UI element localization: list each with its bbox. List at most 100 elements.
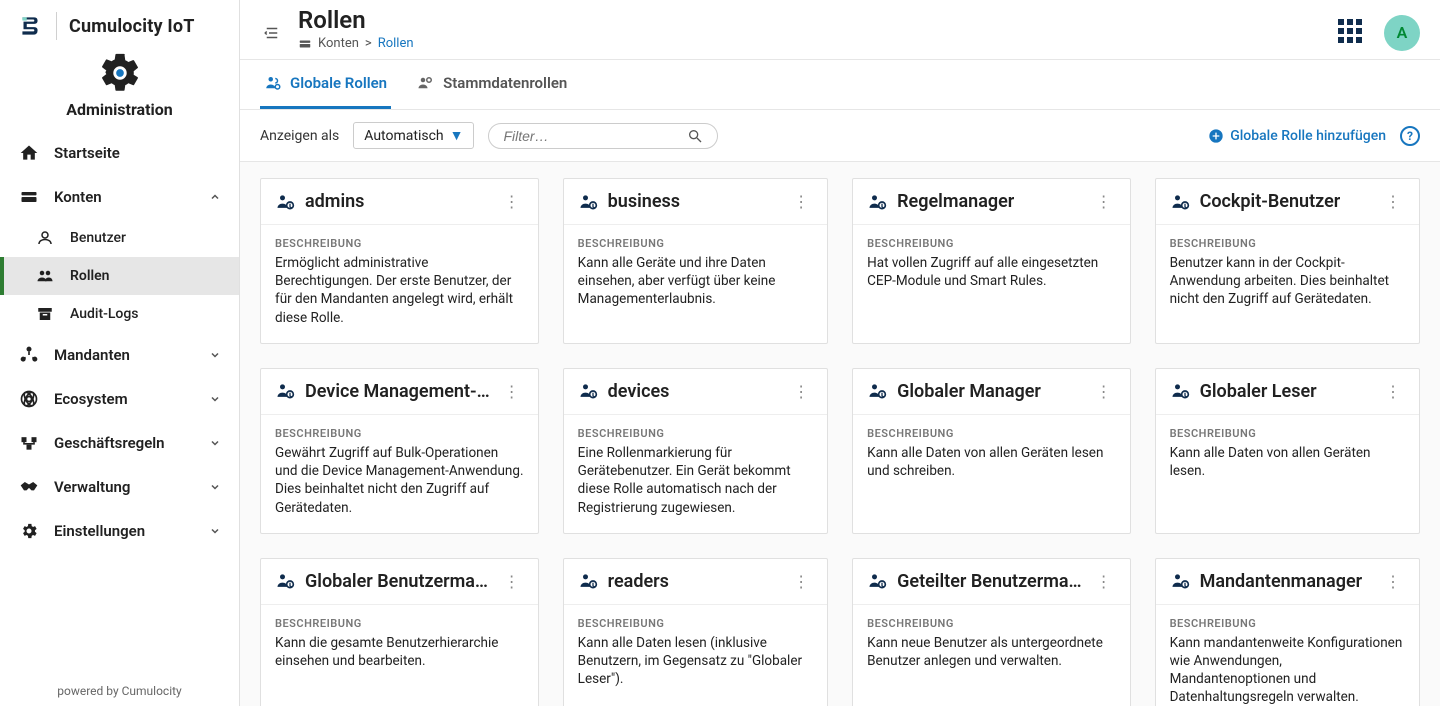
sidebar-item-einstellungen[interactable]: Einstellungen <box>0 509 239 553</box>
role-card-title: Cockpit-Benutzer <box>1200 191 1371 212</box>
role-card-section-label: BESCHREIBUNG <box>1170 427 1405 440</box>
sidebar-item-label: Geschäftsregeln <box>54 434 195 452</box>
role-card-description: Kann alle Geräte und ihre Daten einsehen… <box>578 254 813 309</box>
role-card-section-label: BESCHREIBUNG <box>867 237 1115 250</box>
role-card-menu-button[interactable]: ⋮ <box>1381 572 1405 591</box>
role-card-head: Device Management-…⋮ <box>261 369 538 415</box>
role-card-section-label: BESCHREIBUNG <box>275 237 524 250</box>
toolbar: Anzeigen als Automatisch ▼ Globale Rolle… <box>240 110 1440 162</box>
role-icon <box>1170 381 1190 401</box>
role-icon <box>1170 192 1190 212</box>
chevron-down-icon <box>209 349 221 361</box>
sidebar-item-startseite[interactable]: Startseite <box>0 131 239 175</box>
role-card[interactable]: Cockpit-Benutzer ⋮ BESCHREIBUNG Benutzer ka… <box>1155 178 1420 344</box>
collapse-sidebar-button[interactable] <box>260 21 284 45</box>
tab-label: Globale Rollen <box>290 74 387 92</box>
role-card-title: Mandantenmanager <box>1200 571 1371 592</box>
sidebar-footer: powered by Cumulocity <box>0 676 239 706</box>
role-card-menu-button[interactable]: ⋮ <box>500 572 524 591</box>
app-identity: Administration <box>0 46 239 131</box>
role-card-body: BESCHREIBUNGKann die gesamte Benutzerhie… <box>261 605 538 686</box>
role-card-menu-button[interactable]: ⋮ <box>789 572 813 591</box>
role-card[interactable]: business⋮BESCHREIBUNGKann alle Geräte un… <box>563 178 828 344</box>
role-card[interactable]: readers⋮BESCHREIBUNGKann alle Daten lese… <box>563 558 828 706</box>
sidebar-item-verwaltung[interactable]: Verwaltung <box>0 465 239 509</box>
role-card-body: BESCHREIBUNG Kann alle Geräte und ihre Da… <box>564 225 827 325</box>
home-icon <box>18 143 40 163</box>
role-card-description: Benutzer kann in der Cockpit-Anwendung a… <box>1170 254 1405 309</box>
role-card-description: Kann alle Daten von allen Geräten lesen. <box>1170 444 1405 480</box>
sidebar: Cumulocity IoT Administration Startseite… <box>0 0 240 706</box>
sidebar-item-mandanten[interactable]: Mandanten <box>0 333 239 377</box>
sidebar-item-label: Mandanten <box>54 346 195 364</box>
role-icon <box>275 192 295 212</box>
role-card-menu-button[interactable]: ⋮ <box>500 382 524 401</box>
role-icon <box>578 381 598 401</box>
role-card-section-label: BESCHREIBUNG <box>1170 237 1405 250</box>
role-card[interactable]: Geteilter Benutzerma…⋮BESCHREIBUNGKann n… <box>852 558 1130 706</box>
role-card[interactable]: Globaler Manager⋮BESCHREIBUNGKann alle D… <box>852 368 1130 534</box>
help-button[interactable]: ? <box>1400 126 1420 146</box>
role-card-menu-button[interactable]: ⋮ <box>1092 192 1116 211</box>
role-card-body: BESCHREIBUNG Kann mandantenweite Konfigur… <box>1156 605 1419 706</box>
role-card-description: Hat vollen Zugriff auf alle eingesetzten… <box>867 254 1115 290</box>
display-mode-value: Automatisch <box>364 128 443 144</box>
sidebar-item-ecosystem[interactable]: Ecosystem <box>0 377 239 421</box>
role-icon <box>867 381 887 401</box>
display-mode-select[interactable]: Automatisch ▼ <box>353 122 474 149</box>
sidebar-sub-label: Benutzer <box>70 230 126 246</box>
app-switcher-button[interactable] <box>1338 19 1366 47</box>
role-card-head: Globaler Manager⋮ <box>853 369 1129 415</box>
sidebar-sub-audit[interactable]: Audit-Logs <box>0 295 239 333</box>
sidebar-item-konten[interactable]: Konten <box>0 175 239 219</box>
add-global-role-button[interactable]: Globale Rolle hinzufügen <box>1208 128 1386 144</box>
role-card-menu-button[interactable]: ⋮ <box>1381 382 1405 401</box>
chevron-up-icon <box>209 191 221 203</box>
sidebar-item-label: Verwaltung <box>54 478 195 496</box>
sidebar-item-label: Konten <box>54 188 195 206</box>
user-avatar-button[interactable]: A <box>1384 15 1420 51</box>
users-icon <box>34 267 56 285</box>
sidebar-sub-benutzer[interactable]: Benutzer <box>0 219 239 257</box>
role-card-section-label: BESCHREIBUNG <box>578 427 813 440</box>
accounts-icon <box>18 187 40 207</box>
breadcrumb: Konten > Rollen <box>298 36 414 51</box>
cards-grid: admins⋮BESCHREIBUNGErmöglicht administra… <box>260 178 1420 706</box>
breadcrumb-root[interactable]: Konten <box>318 36 359 51</box>
role-card-section-label: BESCHREIBUNG <box>578 237 813 250</box>
search-icon[interactable] <box>687 128 703 144</box>
role-card[interactable]: Regelmanager⋮BESCHREIBUNGHat vollen Zugr… <box>852 178 1130 344</box>
sidebar-sub-rollen[interactable]: Rollen <box>0 257 239 295</box>
tab-stammdatenrollen[interactable]: Stammdatenrollen <box>413 60 571 109</box>
role-card[interactable]: Device Management-…⋮ BESCHREIBUNG Gewährt … <box>260 368 539 534</box>
role-card[interactable]: devices⋮BESCHREIBUNGEine Rollenmarkierun… <box>563 368 828 534</box>
role-card-description: Kann alle Daten von allen Geräten lesen … <box>867 444 1115 480</box>
role-card[interactable]: Globaler Benutzerma…⋮BESCHREIBUNGKann di… <box>260 558 539 706</box>
handshake-icon <box>18 477 40 497</box>
role-card[interactable]: Globaler Leser⋮ BESCHREIBUNG Kann alle Dat… <box>1155 368 1420 534</box>
filter-input[interactable] <box>503 128 687 144</box>
filter-box[interactable] <box>488 123 718 149</box>
role-card[interactable]: Mandantenmanager ⋮ BESCHREIBUNG Kann mandan… <box>1155 558 1420 706</box>
tab-globale-rollen[interactable]: Globale Rollen <box>260 60 391 109</box>
role-card-section-label: BESCHREIBUNG <box>275 427 524 440</box>
role-card-description: Kann alle Daten lesen (inklusive Benutze… <box>578 634 813 689</box>
role-card-section-label: BESCHREIBUNG <box>1170 617 1405 630</box>
role-card-menu-button[interactable]: ⋮ <box>1092 382 1116 401</box>
role-card-menu-button[interactable]: ⋮ <box>789 192 813 211</box>
role-icon <box>1170 571 1190 591</box>
role-card-description: Kann mandantenweite Konfigurationen wie … <box>1170 634 1405 706</box>
page-title: Rollen <box>298 6 414 34</box>
sidebar-item-geschaeftsregeln[interactable]: Geschäftsregeln <box>0 421 239 465</box>
role-card-menu-button[interactable]: ⋮ <box>789 382 813 401</box>
role-card-menu-button[interactable]: ⋮ <box>1381 192 1405 211</box>
role-card-head: Globaler Leser⋮ <box>1156 369 1419 415</box>
role-card-menu-button[interactable]: ⋮ <box>1092 572 1116 591</box>
role-card-title: Geteilter Benutzerma… <box>897 571 1081 592</box>
role-card-description: Gewährt Zugriff auf Bulk-Operationen und… <box>275 444 524 517</box>
sidebar-sub-label: Audit-Logs <box>70 306 139 322</box>
breadcrumb-icon <box>298 37 312 51</box>
role-card[interactable]: admins⋮BESCHREIBUNGErmöglicht administra… <box>260 178 539 344</box>
role-card-head: Cockpit-Benutzer ⋮ <box>1156 179 1419 225</box>
role-card-menu-button[interactable]: ⋮ <box>500 192 524 211</box>
